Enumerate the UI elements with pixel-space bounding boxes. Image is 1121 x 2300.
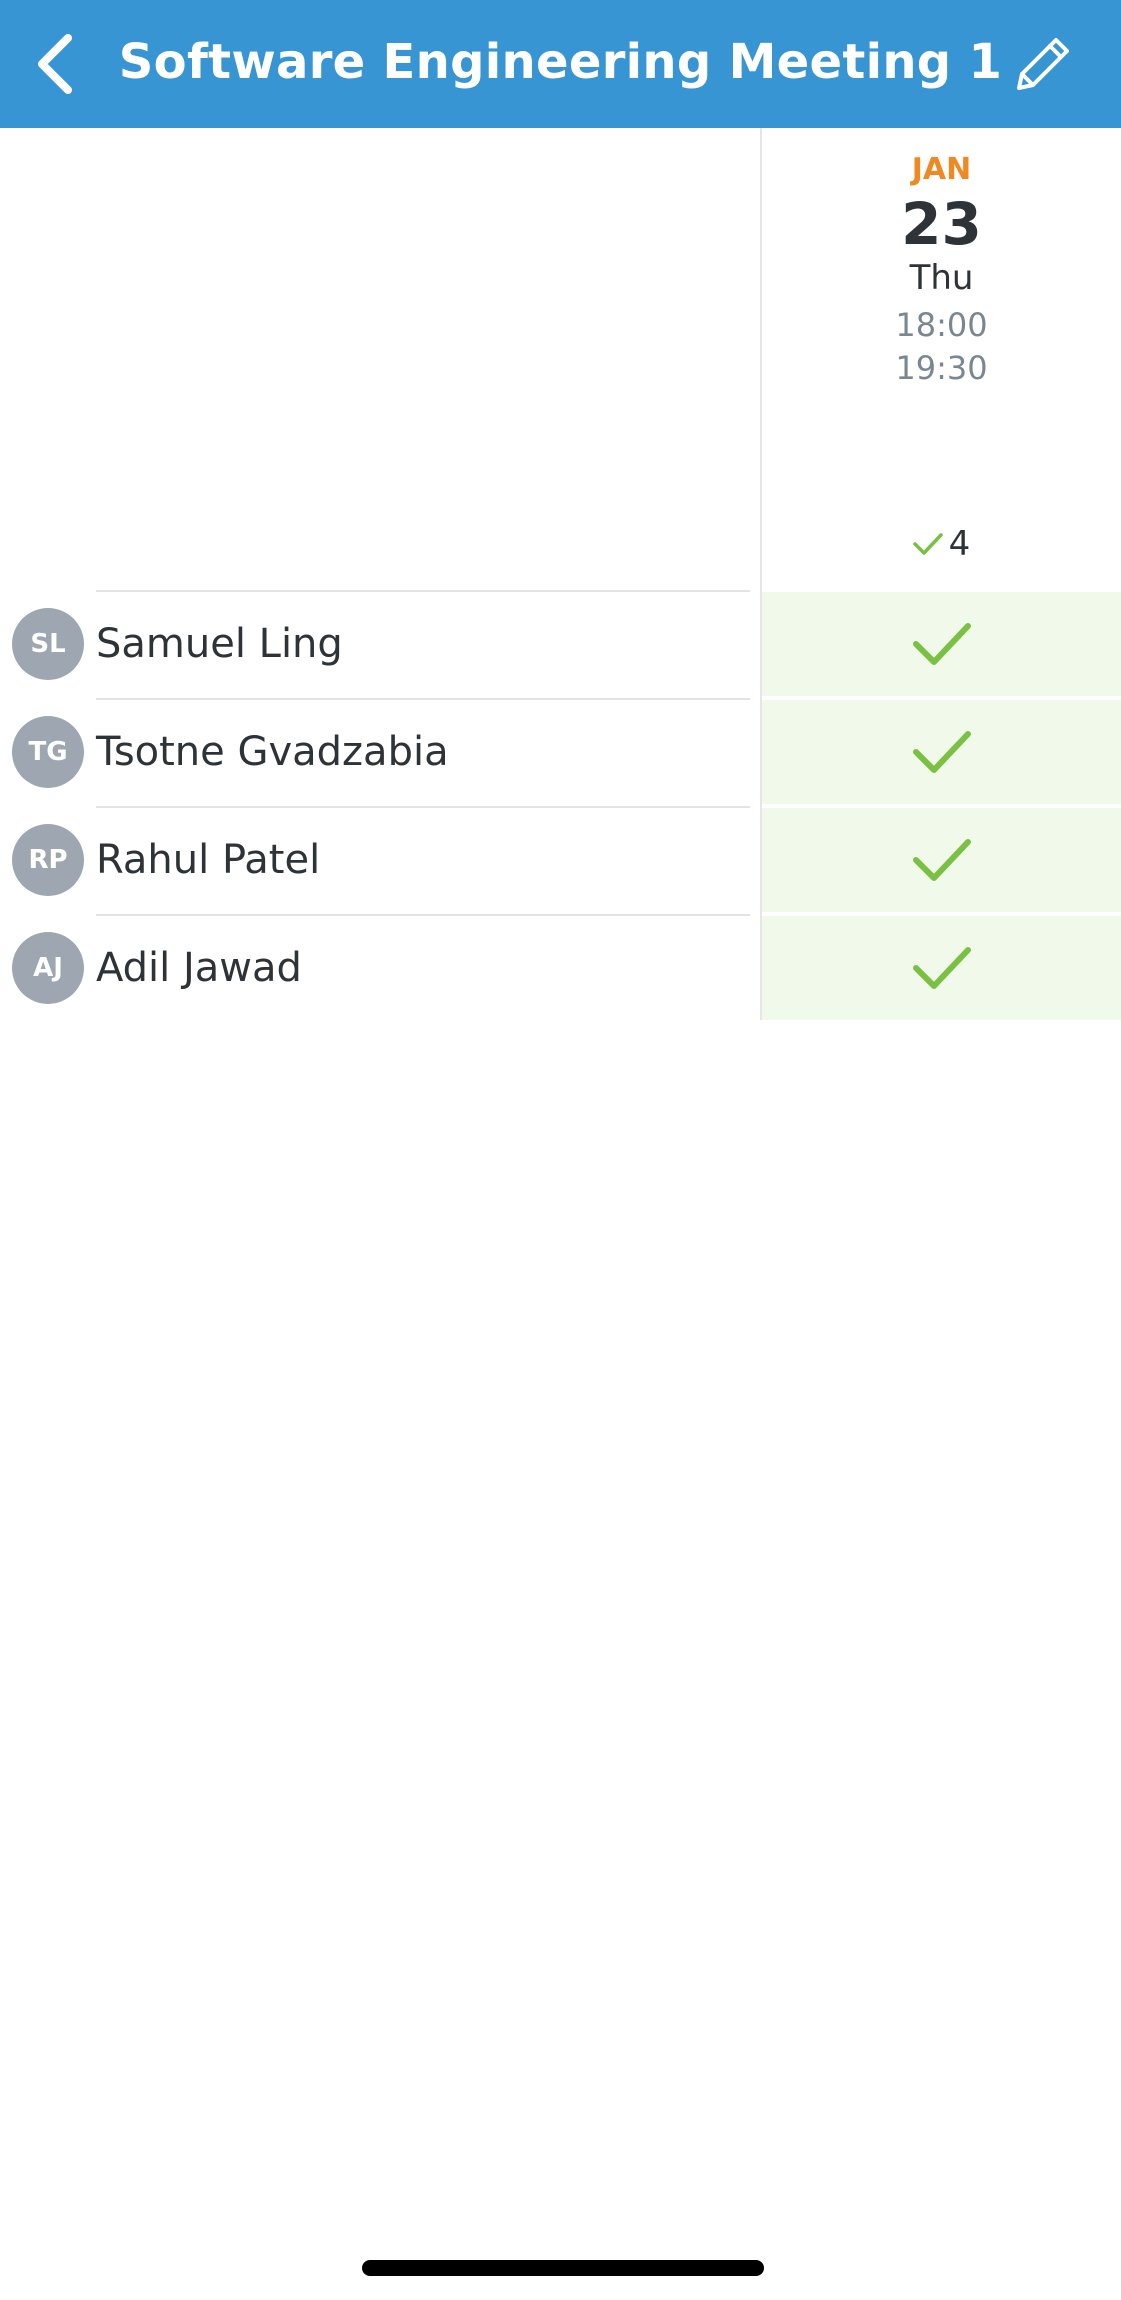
date-weekday: Thu [909,258,974,298]
avatar: RP [12,824,84,896]
avatar: AJ [12,932,84,1004]
vote-cell-yes[interactable] [762,916,1121,1020]
end-time: 19:30 [895,349,988,387]
home-indicator[interactable] [362,2260,764,2276]
avatar: SL [12,608,84,680]
participant-row: SL Samuel Ling [0,590,1121,698]
pencil-icon [1017,38,1069,90]
participant-name: Tsotne Gvadzabia [96,729,449,775]
participant-name: Adil Jawad [96,945,302,991]
participant-row: RP Rahul Patel [0,806,1121,914]
poll-screen: Software Engineering Meeting 1 JAN 23 Th… [0,0,1121,2300]
edit-button[interactable] [1003,24,1083,104]
check-icon [912,947,971,989]
participant-name: Samuel Ling [96,621,343,667]
vote-cell-yes[interactable] [762,808,1121,912]
yes-vote-count: 4 [762,524,1121,564]
check-icon [912,623,971,665]
yes-count-value: 4 [948,524,971,564]
date-month: JAN [911,152,972,187]
check-icon [912,839,971,881]
avatar: TG [12,716,84,788]
participant-row: AJ Adil Jawad [0,914,1121,1022]
vote-cell-yes[interactable] [762,592,1121,696]
page-title: Software Engineering Meeting 1 [118,34,1003,90]
participant-list: SL Samuel Ling TG Tsotne Gvadzabia RP Ra… [0,590,1121,1022]
date-option-header: JAN 23 Thu 18:00 19:30 4 [762,128,1121,590]
check-icon [912,533,943,555]
participant-row: TG Tsotne Gvadzabia [0,698,1121,806]
top-bar: Software Engineering Meeting 1 [0,0,1121,128]
check-icon [912,731,971,773]
date-day: 23 [901,190,982,258]
start-time: 18:00 [895,306,988,344]
vote-cell-yes[interactable] [762,700,1121,804]
participant-name: Rahul Patel [96,837,321,883]
